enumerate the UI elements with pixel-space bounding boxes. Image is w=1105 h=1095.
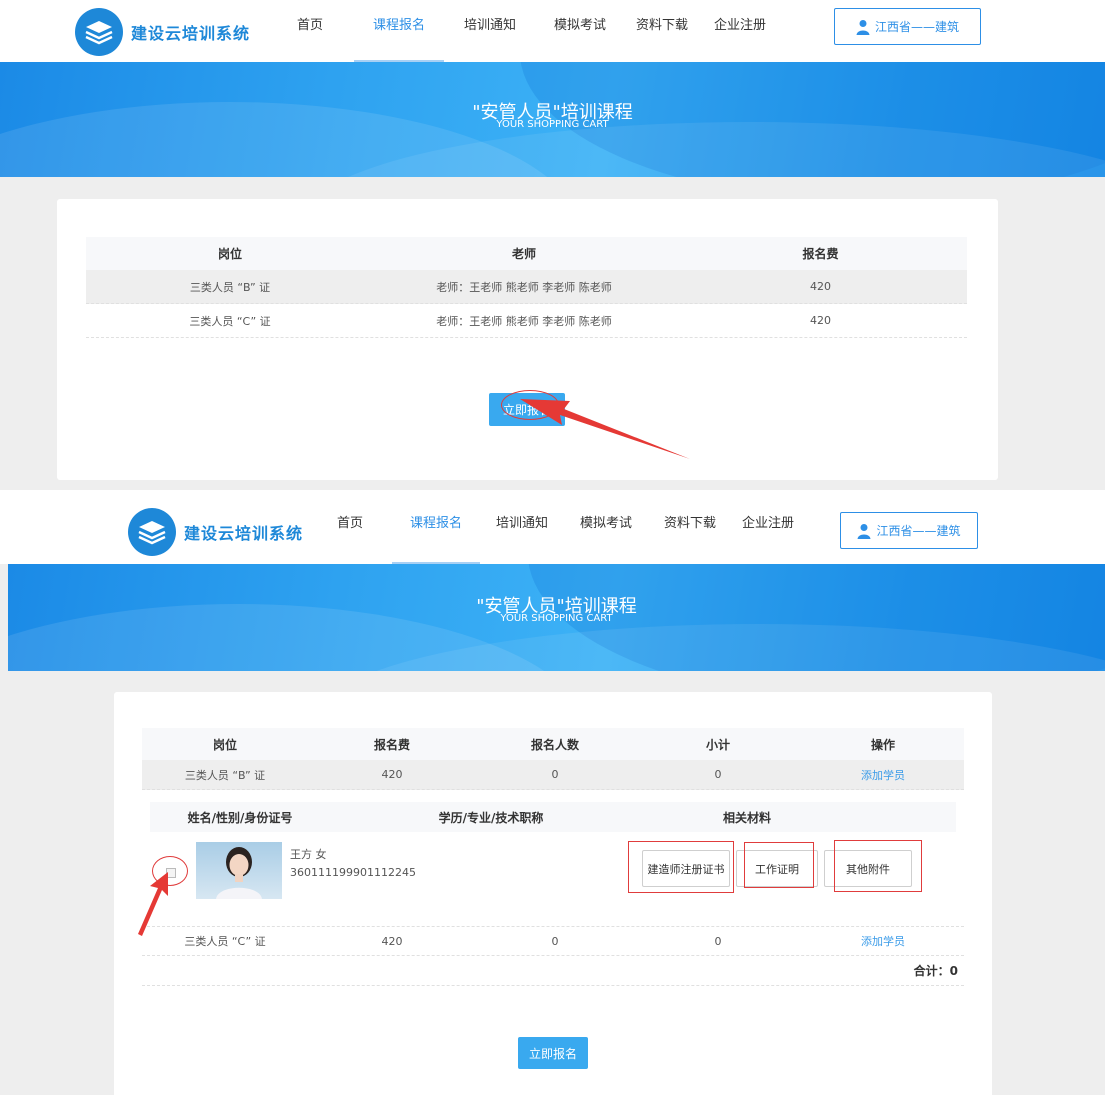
user-icon	[857, 523, 871, 539]
logo-text: 建设云培训系统	[131, 24, 251, 43]
student-id-number: 360111199901112245	[290, 866, 416, 879]
row-fee: 420	[810, 280, 831, 293]
user-icon	[856, 19, 870, 35]
header-action: 操作	[870, 737, 895, 752]
header-education: 学历/专业/技术职称	[438, 810, 544, 825]
nav-mock-exam[interactable]: 模拟考试	[544, 0, 616, 62]
nav-course-signup[interactable]: 课程报名	[392, 498, 480, 564]
student-name-gender: 王方 女	[290, 848, 327, 861]
region-button[interactable]: 江西省——建筑	[840, 512, 978, 549]
nav-home[interactable]: 首页	[282, 0, 338, 62]
main-nav: 首页 课程报名 培训通知 模拟考试 资料下载 企业注册	[322, 498, 804, 564]
row-count: 0	[551, 768, 559, 781]
header-fee: 报名费	[373, 737, 410, 752]
add-student-link[interactable]: 添加学员	[802, 767, 964, 783]
course-table: 岗位 老师 报名费 三类人员 “B” 证 老师：王老师 熊老师 李老师 陈老师 …	[86, 237, 967, 338]
annotation-arrow	[520, 399, 690, 459]
row-subtotal: 0	[714, 768, 722, 781]
signup-now-button[interactable]: 立即报名	[518, 1037, 588, 1069]
header-fee: 报名费	[802, 247, 839, 261]
row-count: 0	[551, 934, 559, 948]
row-teachers: 老师：王老师 熊老师 李老师 陈老师	[436, 280, 612, 294]
header-materials: 相关材料	[722, 810, 771, 825]
screenshot-top: 建设云培训系统 首页 课程报名 培训通知 模拟考试 资料下载 企业注册 江西省—…	[0, 0, 1105, 490]
row-subtotal: 0	[714, 934, 722, 948]
student-header: 姓名/性别/身份证号 学历/专业/技术职称 相关材料	[150, 802, 956, 832]
table-row: 三类人员 “B” 证 老师：王老师 熊老师 李老师 陈老师 420	[86, 270, 967, 304]
table-row: 三类人员 “C” 证 老师：王老师 熊老师 李老师 陈老师 420	[86, 304, 967, 338]
nav-enterprise-register[interactable]: 企业注册	[704, 0, 776, 62]
row-teachers: 老师：王老师 熊老师 李老师 陈老师	[436, 314, 612, 328]
nav-course-signup[interactable]: 课程报名	[354, 0, 444, 62]
header-count: 报名人数	[530, 737, 579, 752]
page-banner: "安管人员"培训课程 YOUR SHOPPING CART	[8, 564, 1105, 671]
site-logo[interactable]: 建设云培训系统	[75, 8, 250, 56]
table-header: 岗位 报名费 报名人数 小计 操作	[142, 728, 964, 760]
header-position: 岗位	[217, 247, 242, 261]
nav-training-notice[interactable]: 培训通知	[486, 498, 558, 564]
row-position: 三类人员 “B” 证	[189, 280, 271, 294]
row-position: 三类人员 “C” 证	[189, 314, 271, 328]
header-position: 岗位	[212, 737, 237, 752]
main-nav: 首页 课程报名 培训通知 模拟考试 资料下载 企业注册	[282, 0, 776, 62]
table-row: 三类人员 “C” 证 420 0 0 添加学员	[142, 926, 964, 956]
header-subtotal: 小计	[705, 737, 730, 752]
row-fee: 420	[381, 934, 403, 948]
nav-mock-exam[interactable]: 模拟考试	[570, 498, 642, 564]
student-photo	[196, 842, 282, 899]
annotation-arrow	[138, 872, 168, 936]
signup-card: 岗位 报名费 报名人数 小计 操作 三类人员 “B” 证 420 0 0 添加学…	[114, 692, 992, 1095]
logo-icon	[128, 508, 176, 556]
region-label: 江西省——建筑	[874, 20, 959, 34]
screenshot-bottom: 建设云培训系统 首页 课程报名 培训通知 模拟考试 资料下载 企业注册 江西省—…	[0, 498, 1105, 1095]
site-logo[interactable]: 建设云培训系统	[128, 508, 303, 556]
total-label: 合计：0	[913, 964, 958, 978]
region-button[interactable]: 江西省——建筑	[834, 8, 981, 45]
nav-downloads[interactable]: 资料下载	[626, 0, 698, 62]
nav-enterprise-register[interactable]: 企业注册	[732, 498, 804, 564]
table-row: 三类人员 “B” 证 420 0 0 添加学员	[142, 760, 964, 790]
annotation-box	[628, 841, 734, 893]
site-header: 建设云培训系统 首页 课程报名 培训通知 模拟考试 资料下载 企业注册 江西省—…	[0, 498, 1105, 564]
region-label: 江西省——建筑	[876, 524, 961, 538]
logo-text: 建设云培训系统	[184, 524, 304, 543]
nav-home[interactable]: 首页	[322, 498, 378, 564]
row-fee: 420	[381, 768, 403, 781]
student-block: 姓名/性别/身份证号 学历/专业/技术职称 相关材料 王方 女 36011119…	[142, 790, 964, 926]
banner-subtitle: YOUR SHOPPING CART	[496, 119, 609, 130]
table-header: 岗位 老师 报名费	[86, 237, 967, 270]
total-row: 合计：0	[142, 956, 964, 986]
row-position: 三类人员 “B” 证	[184, 768, 266, 782]
page-banner: "安管人员"培训课程 YOUR SHOPPING CART	[0, 62, 1105, 177]
header-teacher: 老师	[511, 247, 536, 261]
row-fee: 420	[810, 314, 831, 327]
site-header: 建设云培训系统 首页 课程报名 培训通知 模拟考试 资料下载 企业注册 江西省—…	[0, 0, 1105, 62]
nav-downloads[interactable]: 资料下载	[654, 498, 726, 564]
annotation-box	[834, 840, 922, 892]
logo-icon	[75, 8, 123, 56]
add-student-link[interactable]: 添加学员	[802, 933, 964, 949]
header-student-id: 姓名/性别/身份证号	[187, 810, 293, 825]
banner-subtitle: YOUR SHOPPING CART	[500, 613, 613, 624]
nav-training-notice[interactable]: 培训通知	[454, 0, 526, 62]
annotation-box	[744, 842, 814, 888]
signup-table: 岗位 报名费 报名人数 小计 操作 三类人员 “B” 证 420 0 0 添加学…	[142, 728, 964, 986]
